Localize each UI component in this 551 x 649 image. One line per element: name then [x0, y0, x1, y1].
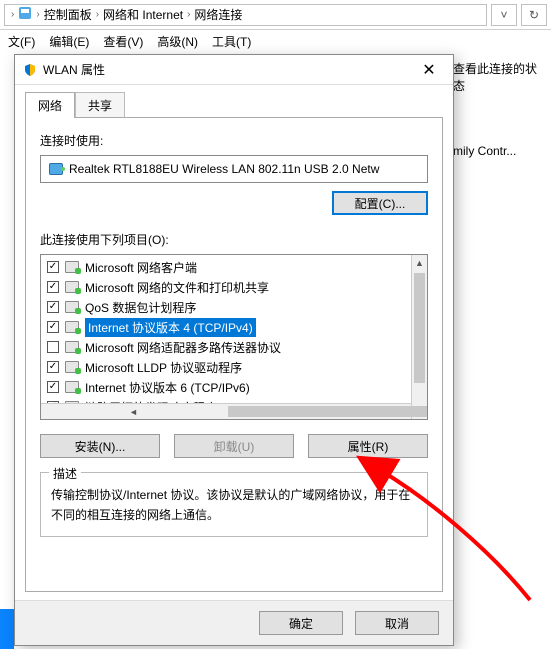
tab-strip: 网络 共享 — [15, 85, 453, 117]
breadcrumb[interactable]: › › 控制面板 › 网络和 Internet › 网络连接 — [4, 4, 487, 26]
checkbox[interactable] — [47, 341, 59, 353]
icon-control-panel — [18, 6, 32, 23]
close-button[interactable]: ✕ — [413, 59, 445, 81]
list-item[interactable]: Microsoft LLDP 协议驱动程序 — [41, 357, 411, 377]
chevron-right-icon: › — [36, 9, 39, 20]
list-item-label: Microsoft 网络客户端 — [85, 259, 197, 276]
menu-advanced[interactable]: 高级(N) — [157, 33, 198, 50]
items-label: 此连接使用下列项目(O): — [40, 231, 428, 248]
address-bar: › › 控制面板 › 网络和 Internet › 网络连接 ˅ ↻ — [0, 0, 551, 30]
description-text: 传输控制协议/Internet 协议。该协议是默认的广域网络协议，用于在不同的相… — [51, 485, 417, 526]
checkbox[interactable] — [47, 281, 59, 293]
menu-view[interactable]: 查看(V) — [103, 33, 143, 50]
title-bar: WLAN 属性 ✕ — [15, 55, 453, 85]
protocol-icon — [65, 301, 79, 313]
configure-button[interactable]: 配置(C)... — [332, 191, 428, 215]
list-item[interactable]: Internet 协议版本 6 (TCP/IPv6) — [41, 377, 411, 397]
network-items-listbox[interactable]: Microsoft 网络客户端 Microsoft 网络的文件和打印机共享 QoS … — [40, 254, 428, 420]
truncated-text: mily Contr... — [453, 144, 543, 158]
list-item[interactable]: Internet 协议版本 4 (TCP/IPv4) — [41, 317, 411, 337]
protocol-icon — [65, 321, 79, 333]
connect-using-label: 连接时使用: — [40, 132, 428, 149]
tab-share[interactable]: 共享 — [75, 92, 125, 118]
menu-tools[interactable]: 工具(T) — [212, 33, 251, 50]
list-item[interactable]: Microsoft 网络客户端 — [41, 257, 411, 277]
status-link[interactable]: 查看此连接的状态 — [453, 60, 543, 94]
refresh-icon[interactable]: ↻ — [521, 4, 547, 26]
protocol-icon — [65, 281, 79, 293]
adapter-box: Realtek RTL8188EU Wireless LAN 802.11n U… — [40, 155, 428, 183]
list-item[interactable]: QoS 数据包计划程序 — [41, 297, 411, 317]
checkbox[interactable] — [47, 381, 59, 393]
breadcrumb-item[interactable]: 控制面板 — [44, 6, 92, 23]
protocol-icon — [65, 381, 79, 393]
chevron-right-icon: › — [96, 9, 99, 20]
list-item[interactable]: Microsoft 网络适配器多路传送器协议 — [41, 337, 411, 357]
dialog-button-row: 确定 取消 — [15, 600, 453, 645]
vertical-scrollbar[interactable]: ▲ ▼ — [411, 255, 427, 419]
checkbox[interactable] — [47, 361, 59, 373]
list-item-label: Internet 协议版本 6 (TCP/IPv6) — [85, 379, 250, 396]
breadcrumb-item[interactable]: 网络连接 — [194, 6, 242, 23]
scroll-left-icon[interactable]: ◄ — [41, 404, 226, 420]
properties-button[interactable]: 属性(R) — [308, 434, 428, 458]
tab-network[interactable]: 网络 — [25, 92, 75, 118]
adapter-name: Realtek RTL8188EU Wireless LAN 802.11n U… — [69, 162, 379, 176]
ok-button[interactable]: 确定 — [259, 611, 343, 635]
menu-file[interactable]: 文(F) — [8, 33, 35, 50]
protocol-icon — [65, 361, 79, 373]
uninstall-button: 卸载(U) — [174, 434, 294, 458]
description-legend: 描述 — [49, 464, 81, 484]
cancel-button[interactable]: 取消 — [355, 611, 439, 635]
right-column: 查看此连接的状态 mily Contr... — [453, 60, 543, 158]
checkbox[interactable] — [47, 301, 59, 313]
shield-icon — [23, 63, 37, 77]
item-action-row: 安装(N)... 卸载(U) 属性(R) — [40, 434, 428, 458]
list-item-label: Microsoft 网络的文件和打印机共享 — [85, 279, 269, 296]
chevron-right-icon: › — [11, 9, 14, 20]
scrollbar-thumb[interactable] — [414, 273, 425, 383]
chevron-right-icon: › — [187, 9, 190, 20]
protocol-icon — [65, 341, 79, 353]
description-group: 描述 传输控制协议/Internet 协议。该协议是默认的广域网络协议，用于在不… — [40, 472, 428, 537]
checkbox[interactable] — [47, 261, 59, 273]
install-button[interactable]: 安装(N)... — [40, 434, 160, 458]
list-item-label: Microsoft 网络适配器多路传送器协议 — [85, 339, 281, 356]
protocol-icon — [65, 261, 79, 273]
scroll-up-icon[interactable]: ▲ — [412, 255, 427, 271]
dropdown-icon[interactable]: ˅ — [491, 4, 517, 26]
menu-bar: 文(F) 编辑(E) 查看(V) 高级(N) 工具(T) — [0, 30, 551, 52]
horizontal-scrollbar[interactable]: ◄ ► — [41, 403, 411, 419]
checkbox[interactable] — [47, 321, 59, 333]
list-item-label: QoS 数据包计划程序 — [85, 299, 196, 316]
selection-strip — [0, 609, 14, 649]
list-item[interactable]: Microsoft 网络的文件和打印机共享 — [41, 277, 411, 297]
dialog-title: WLAN 属性 — [43, 61, 413, 78]
list-item-label: Microsoft LLDP 协议驱动程序 — [85, 359, 242, 376]
wlan-properties-dialog: WLAN 属性 ✕ 网络 共享 连接时使用: Realtek RTL8188EU… — [14, 54, 454, 646]
tab-content: 连接时使用: Realtek RTL8188EU Wireless LAN 80… — [25, 117, 443, 592]
breadcrumb-item[interactable]: 网络和 Internet — [103, 6, 183, 23]
list-item-label: Internet 协议版本 4 (TCP/IPv4) — [85, 318, 256, 337]
scrollbar-thumb[interactable] — [228, 406, 428, 417]
network-adapter-icon — [49, 163, 63, 175]
menu-edit[interactable]: 编辑(E) — [49, 33, 89, 50]
